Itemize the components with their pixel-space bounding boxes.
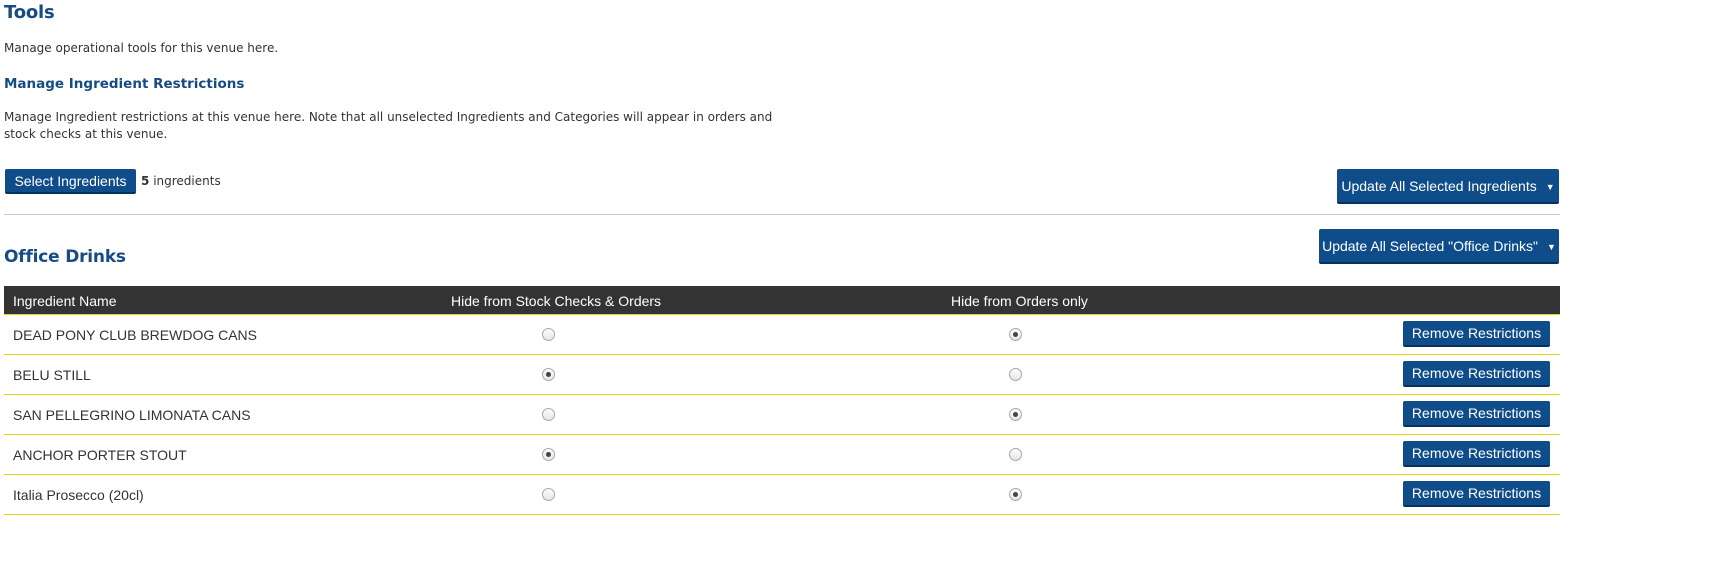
ingredient-name: SAN PELLEGRINO LIMONATA CANS	[13, 407, 251, 423]
hide-orders-only-radio[interactable]	[1009, 368, 1022, 381]
ingredient-name: DEAD PONY CLUB BREWDOG CANS	[13, 327, 258, 343]
caret-down-icon: ▼	[1546, 241, 1556, 252]
hide-orders-only-radio[interactable]	[1009, 448, 1022, 461]
table-row: DEAD PONY CLUB BREWDOG CANS Remove Restri…	[4, 315, 1560, 355]
hide-stock-orders-radio[interactable]	[542, 368, 555, 381]
remove-restrictions-button[interactable]: Remove Restrictions	[1403, 441, 1550, 467]
table-body: DEAD PONY CLUB BREWDOG CANS Remove Restri…	[4, 315, 1560, 515]
update-all-selected-label: Update All Selected Ingredients	[1341, 177, 1537, 194]
select-ingredients-button[interactable]: Select Ingredients	[5, 169, 136, 194]
ingredient-count-number: 5	[141, 174, 150, 188]
page-title: Tools	[4, 2, 55, 23]
divider	[4, 214, 1560, 215]
hide-stock-orders-radio[interactable]	[542, 328, 555, 341]
column-header-ingredient-name: Ingredient Name	[13, 293, 117, 309]
remove-restrictions-button[interactable]: Remove Restrictions	[1403, 401, 1550, 427]
ingredient-name: BELU STILL	[13, 367, 91, 383]
update-all-selected-ingredients-button[interactable]: Update All Selected Ingredients ▼	[1337, 169, 1559, 204]
remove-restrictions-button[interactable]: Remove Restrictions	[1403, 481, 1550, 507]
column-header-hide-stock-orders: Hide from Stock Checks & Orders	[451, 293, 662, 309]
hide-stock-orders-radio[interactable]	[542, 488, 555, 501]
restrictions-description: Manage Ingredient restrictions at this v…	[4, 110, 773, 141]
hide-orders-only-radio[interactable]	[1009, 488, 1022, 501]
hide-stock-orders-radio[interactable]	[542, 448, 555, 461]
update-category-label: Update All Selected "Office Drinks"	[1322, 237, 1538, 254]
restrictions-title: Manage Ingredient Restrictions	[4, 76, 245, 92]
ingredient-name: Italia Prosecco (20cl)	[13, 487, 144, 503]
table-row: BELU STILL Remove Restrictions	[4, 355, 1560, 395]
table-row: ANCHOR PORTER STOUT Remove Restrictions	[4, 435, 1560, 475]
page-description: Manage operational tools for this venue …	[4, 41, 279, 55]
restrictions-table: Ingredient Name Hide from Stock Checks &…	[4, 286, 1560, 515]
ingredient-count-suffix: ingredients	[153, 174, 221, 188]
category-title: Office Drinks	[4, 247, 126, 267]
update-category-button[interactable]: Update All Selected "Office Drinks" ▼	[1319, 229, 1559, 264]
table-row: SAN PELLEGRINO LIMONATA CANS Remove Restr…	[4, 395, 1560, 435]
caret-down-icon: ▼	[1545, 181, 1555, 192]
hide-orders-only-radio[interactable]	[1009, 328, 1022, 341]
hide-orders-only-radio[interactable]	[1009, 408, 1022, 421]
table-row: Italia Prosecco (20cl) Remove Restriction…	[4, 475, 1560, 515]
ingredient-count: 5 ingredients	[141, 174, 221, 188]
remove-restrictions-button[interactable]: Remove Restrictions	[1403, 361, 1550, 387]
hide-stock-orders-radio[interactable]	[542, 408, 555, 421]
remove-restrictions-button[interactable]: Remove Restrictions	[1403, 321, 1550, 347]
ingredient-name: ANCHOR PORTER STOUT	[13, 447, 187, 463]
table-header: Ingredient Name Hide from Stock Checks &…	[4, 286, 1560, 315]
column-header-hide-orders-only: Hide from Orders only	[951, 293, 1088, 309]
